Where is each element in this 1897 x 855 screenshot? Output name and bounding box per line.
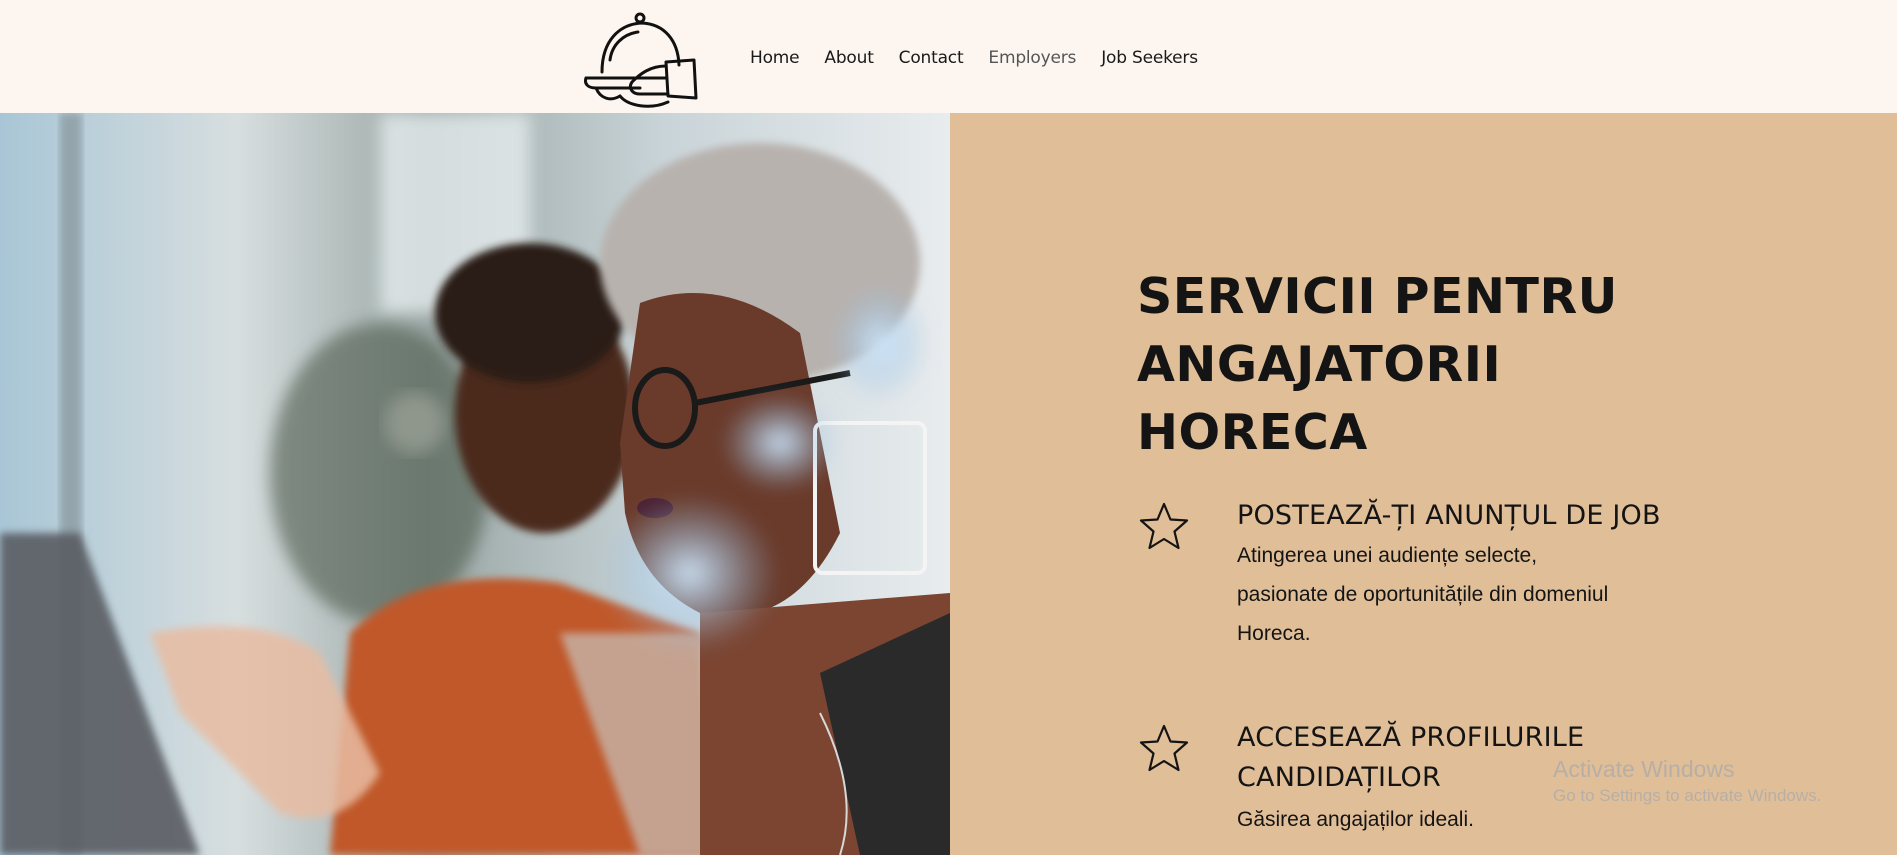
watermark-title: Activate Windows [1553, 756, 1735, 782]
feature-description: Atingerea unei audiențe selecte, pasiona… [1237, 536, 1757, 653]
star-outline-icon [1137, 500, 1191, 554]
title-line: ANGAJATORII [1137, 336, 1502, 393]
feature-title-line: POSTEAZĂ-ȚI ANUNȚUL DE JOB [1237, 500, 1661, 531]
activate-windows-watermark: Activate Windows Go to Settings to activ… [1553, 754, 1821, 808]
employers-services-panel: SERVICII PENTRU ANGAJATORII HORECA POSTE… [950, 113, 1897, 855]
watermark-subtitle: Go to Settings to activate Windows. [1553, 786, 1822, 805]
hero-photo [0, 113, 950, 855]
nav-contact[interactable]: Contact [899, 48, 964, 68]
title-line: HORECA [1137, 404, 1368, 461]
nav-employers[interactable]: Employers [988, 48, 1076, 68]
star-outline-icon [1137, 722, 1191, 776]
nav-job-seekers[interactable]: Job Seekers [1101, 48, 1198, 68]
title-line: SERVICII PENTRU [1137, 268, 1618, 325]
feature-title: POSTEAZĂ-ȚI ANUNȚUL DE JOB [1237, 496, 1757, 536]
feature-body-line: Horeca. [1237, 622, 1311, 645]
nav-home[interactable]: Home [750, 48, 800, 68]
cloche-serving-hand-icon[interactable] [580, 10, 700, 110]
site-header: Home About Contact Employers Job Seekers [0, 0, 1897, 113]
feature-title-line: ACCESEAZĂ PROFILURILE [1237, 722, 1585, 753]
feature-body-line: Atingerea unei audiențe selecte, [1237, 544, 1538, 567]
main-nav: Home About Contact Employers Job Seekers [750, 48, 1223, 68]
feature-body-line: pasionate de oportunitățile din domeniul [1237, 583, 1609, 606]
page-title: SERVICII PENTRU ANGAJATORII HORECA [1137, 263, 1737, 467]
nav-about[interactable]: About [824, 48, 873, 68]
